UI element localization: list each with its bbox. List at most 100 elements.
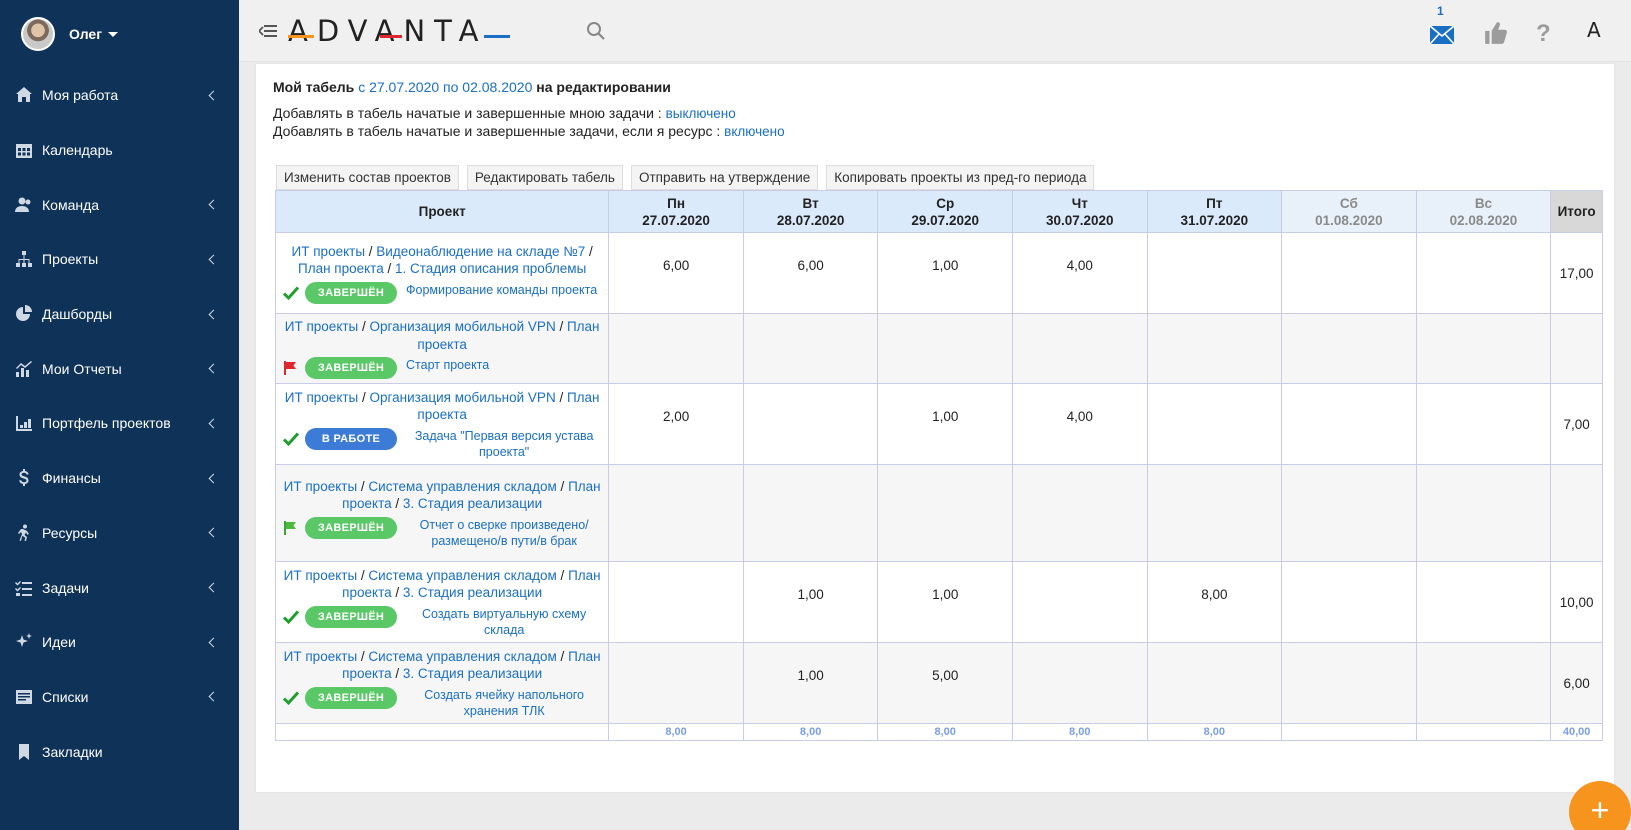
hours-cell[interactable] — [608, 464, 744, 562]
avatar[interactable] — [21, 17, 55, 51]
user-name[interactable]: Олег — [69, 26, 102, 42]
hours-cell[interactable] — [1415, 642, 1552, 724]
hours-cell[interactable] — [877, 464, 1013, 562]
chevron-left-icon[interactable] — [208, 309, 219, 320]
project-path-link[interactable]: Система управления складом — [368, 568, 556, 583]
project-path-link[interactable]: ИТ проекты — [284, 568, 357, 583]
help-icon[interactable]: ? — [1536, 20, 1562, 47]
sidebar-item-8[interactable]: Финансы — [0, 451, 239, 506]
project-path-link[interactable]: ИТ проекты — [284, 649, 357, 664]
project-path-link[interactable]: ИТ проекты — [284, 479, 357, 494]
project-path-link[interactable]: ИТ проекты — [292, 244, 365, 259]
hours-cell[interactable] — [1011, 313, 1148, 384]
hours-cell[interactable]: 4,00 — [1011, 383, 1148, 465]
sidebar-item-7[interactable]: Портфель проектов — [0, 396, 239, 451]
hours-cell[interactable]: 2,00 — [608, 383, 744, 465]
search-icon[interactable] — [586, 21, 606, 41]
hours-cell[interactable]: 8,00 — [1146, 561, 1283, 643]
hours-cell[interactable]: 6,00 — [608, 232, 744, 314]
sidebar-item-2[interactable]: Календарь — [0, 123, 239, 178]
hours-cell[interactable] — [1415, 232, 1552, 314]
thumbs-up-icon[interactable] — [1483, 20, 1509, 46]
task-link[interactable]: Задача "Первая версия устава проекта" — [406, 428, 602, 460]
sidebar-item-9[interactable]: Ресурсы — [0, 506, 239, 561]
sidebar-item-5[interactable]: Дашборды — [0, 287, 239, 342]
hours-cell[interactable]: 6,00 — [742, 232, 879, 314]
sidebar-item-13[interactable]: Закладки — [0, 724, 239, 779]
hours-cell[interactable] — [608, 313, 744, 384]
project-path-link[interactable]: ИТ проекты — [285, 390, 358, 405]
chevron-left-icon[interactable] — [208, 637, 219, 648]
sidebar-item-12[interactable]: Списки — [0, 670, 239, 725]
hours-cell[interactable] — [1415, 464, 1552, 562]
chevron-down-icon[interactable] — [108, 31, 119, 37]
project-path-link[interactable]: ИТ проекты — [285, 319, 358, 334]
hours-cell[interactable] — [1281, 313, 1417, 384]
sidebar-item-6[interactable]: Мои Отчеты — [0, 341, 239, 396]
project-path-link[interactable]: 1. Стадия описания проблемы — [395, 261, 586, 276]
sidebar-item-3[interactable]: Команда — [0, 177, 239, 232]
change-projects-button[interactable]: Изменить состав проектов — [276, 165, 459, 190]
hours-cell[interactable] — [1146, 313, 1283, 384]
hours-cell[interactable] — [742, 383, 879, 465]
chevron-left-icon[interactable] — [208, 90, 219, 101]
chevron-left-icon[interactable] — [208, 199, 219, 210]
hours-cell[interactable] — [1146, 383, 1283, 465]
project-path-link[interactable]: План проекта — [298, 261, 384, 276]
chevron-left-icon[interactable] — [208, 418, 219, 429]
hours-cell[interactable]: 1,00 — [877, 561, 1013, 643]
hours-cell[interactable] — [742, 313, 879, 384]
hours-cell[interactable] — [1146, 642, 1283, 724]
chevron-left-icon[interactable] — [208, 691, 219, 702]
hours-cell[interactable]: 1,00 — [877, 232, 1013, 314]
hours-cell[interactable] — [1011, 561, 1148, 643]
task-link[interactable]: Создать виртуальную схему склада — [406, 606, 602, 638]
hours-cell[interactable] — [1415, 383, 1552, 465]
sidebar-item-11[interactable]: Идеи — [0, 615, 239, 670]
hours-cell[interactable] — [742, 464, 879, 562]
project-path-link[interactable]: 3. Стадия реализации — [403, 496, 542, 511]
hours-cell[interactable] — [1281, 383, 1417, 465]
hours-cell[interactable]: 5,00 — [877, 642, 1013, 724]
chevron-left-icon[interactable] — [208, 254, 219, 265]
hours-cell[interactable] — [1415, 313, 1552, 384]
hours-cell[interactable] — [608, 561, 744, 643]
hours-cell[interactable] — [1011, 642, 1148, 724]
project-path-link[interactable]: Организация мобильной VPN — [370, 319, 556, 334]
task-link[interactable]: Создать ячейку напольного хранения ТЛК — [406, 687, 602, 719]
hours-cell[interactable] — [877, 313, 1013, 384]
chevron-left-icon[interactable] — [208, 363, 219, 374]
project-path-link[interactable]: Организация мобильной VPN — [370, 390, 556, 405]
hours-cell[interactable] — [1281, 561, 1417, 643]
chevron-left-icon[interactable] — [208, 527, 219, 538]
add-button[interactable]: + — [1569, 781, 1631, 830]
task-link[interactable]: Старт проекта — [406, 357, 489, 373]
setting-resource-tasks-toggle[interactable]: включено — [724, 124, 784, 139]
project-path-link[interactable]: 3. Стадия реализации — [403, 585, 542, 600]
hours-cell[interactable] — [1281, 232, 1417, 314]
chevron-left-icon[interactable] — [208, 473, 219, 484]
mail-icon[interactable] — [1429, 22, 1455, 48]
project-path-link[interactable]: Система управления складом — [368, 479, 556, 494]
hours-cell[interactable]: 1,00 — [742, 642, 879, 724]
hours-cell[interactable]: 1,00 — [877, 383, 1013, 465]
project-path-link[interactable]: 3. Стадия реализации — [403, 666, 542, 681]
period-link[interactable]: с 27.07.2020 по 02.08.2020 — [358, 79, 532, 95]
sidebar-item-1[interactable]: Моя работа — [0, 68, 239, 123]
hours-cell[interactable] — [1281, 642, 1417, 724]
chevron-left-icon[interactable] — [208, 582, 219, 593]
setting-own-tasks-toggle[interactable]: выключено — [666, 106, 736, 121]
project-path-link[interactable]: Система управления складом — [368, 649, 556, 664]
account-menu-icon[interactable]: A — [1587, 18, 1613, 44]
collapse-menu-icon[interactable] — [259, 24, 277, 38]
hours-cell[interactable] — [1146, 464, 1283, 562]
hours-cell[interactable] — [1011, 464, 1148, 562]
hours-cell[interactable] — [1415, 561, 1552, 643]
copy-projects-button[interactable]: Копировать проекты из пред-го периода — [826, 165, 1095, 190]
logo[interactable]: ADVANTA — [288, 14, 487, 48]
hours-cell[interactable]: 1,00 — [742, 561, 879, 643]
sidebar-item-4[interactable]: Проекты — [0, 232, 239, 287]
hours-cell[interactable] — [1146, 232, 1283, 314]
user-menu[interactable]: Олег — [0, 0, 239, 68]
send-approval-button[interactable]: Отправить на утверждение — [630, 165, 819, 190]
